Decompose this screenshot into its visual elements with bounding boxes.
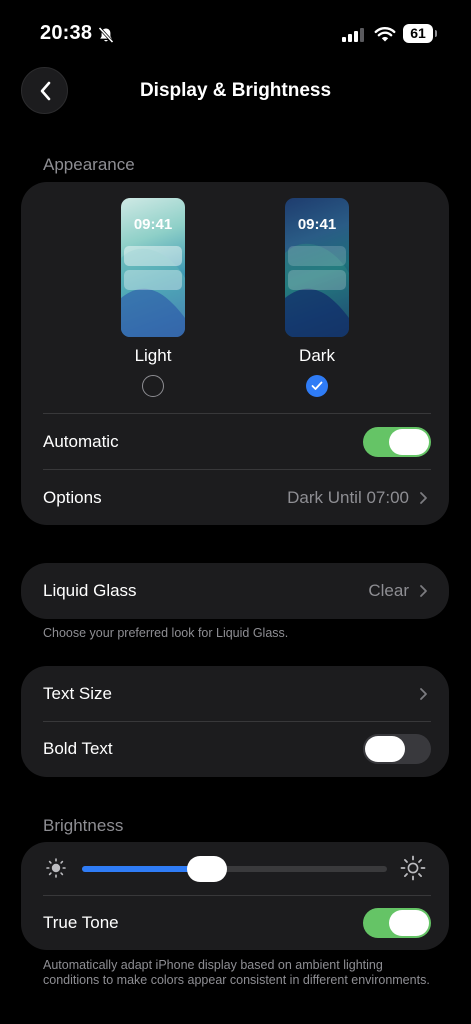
- text-size-label: Text Size: [43, 684, 112, 703]
- sun-large-icon: [400, 855, 426, 881]
- light-preview-time: 09:41: [133, 216, 173, 233]
- text-card: Text Size Bold Text: [21, 666, 449, 777]
- toggle-knob: [365, 736, 405, 762]
- cellular-signal-icon: [342, 28, 364, 42]
- dark-preview-time: 09:41: [297, 216, 337, 233]
- true-tone-row: True Tone: [21, 895, 449, 950]
- toggle-knob: [389, 909, 429, 936]
- battery-indicator: 61: [403, 24, 437, 43]
- brightness-slider-thumb[interactable]: [187, 856, 228, 882]
- appearance-card: 09:41 Light 09:41 Dark Automatic Options…: [21, 182, 449, 525]
- liquid-glass-value: Clear: [368, 581, 409, 600]
- light-label: Light: [134, 346, 172, 365]
- automatic-row: Automatic: [21, 414, 449, 470]
- automatic-toggle[interactable]: [363, 427, 431, 457]
- appearance-header: Appearance: [43, 155, 135, 174]
- chevron-right-icon: [420, 688, 427, 700]
- toggle-knob: [389, 429, 429, 455]
- liquid-glass-footnote: Choose your preferred look for Liquid Gl…: [43, 626, 289, 640]
- liquid-glass-label: Liquid Glass: [43, 581, 137, 600]
- dark-radio[interactable]: [306, 375, 328, 397]
- brightness-card: True Tone: [21, 842, 449, 950]
- automatic-label: Automatic: [43, 432, 119, 451]
- chevron-right-icon: [420, 492, 427, 504]
- brightness-header: Brightness: [43, 816, 124, 835]
- page-title: Display & Brightness: [139, 80, 332, 101]
- bold-text-label: Bold Text: [43, 739, 113, 758]
- liquid-glass-row[interactable]: Liquid Glass Clear: [21, 563, 449, 619]
- checkmark-icon: [311, 381, 323, 390]
- options-label: Options: [43, 488, 102, 507]
- status-bar: 20:38 61: [0, 0, 471, 68]
- dark-preview-widget: [288, 270, 346, 290]
- bold-text-row: Bold Text: [21, 721, 449, 777]
- light-preview-widget: [124, 246, 182, 266]
- chevron-right-icon: [420, 585, 427, 597]
- true-tone-toggle[interactable]: [363, 907, 431, 938]
- brightness-slider[interactable]: [82, 856, 387, 882]
- status-time: 20:38: [40, 22, 93, 44]
- liquid-glass-card: Liquid Glass Clear: [21, 563, 449, 619]
- dark-preview-widget: [288, 246, 346, 266]
- true-tone-label: True Tone: [43, 912, 119, 932]
- light-radio[interactable]: [142, 375, 164, 397]
- options-row[interactable]: Options Dark Until 07:00: [21, 470, 449, 526]
- sun-small-icon: [46, 858, 66, 878]
- brightness-slider-row: [21, 842, 449, 895]
- bell-slash-icon: [98, 26, 114, 44]
- true-tone-footnote: Automatically adapt iPhone display based…: [43, 958, 430, 987]
- light-preview[interactable]: 09:41: [121, 198, 185, 337]
- light-preview-widget: [124, 270, 182, 290]
- dark-preview[interactable]: 09:41: [285, 198, 349, 337]
- options-value: Dark Until 07:00: [287, 488, 409, 507]
- battery-level: 61: [410, 25, 426, 41]
- text-size-row[interactable]: Text Size: [21, 666, 449, 722]
- bold-text-toggle[interactable]: [363, 734, 431, 764]
- wifi-icon: [374, 27, 396, 42]
- dark-label: Dark: [299, 346, 335, 365]
